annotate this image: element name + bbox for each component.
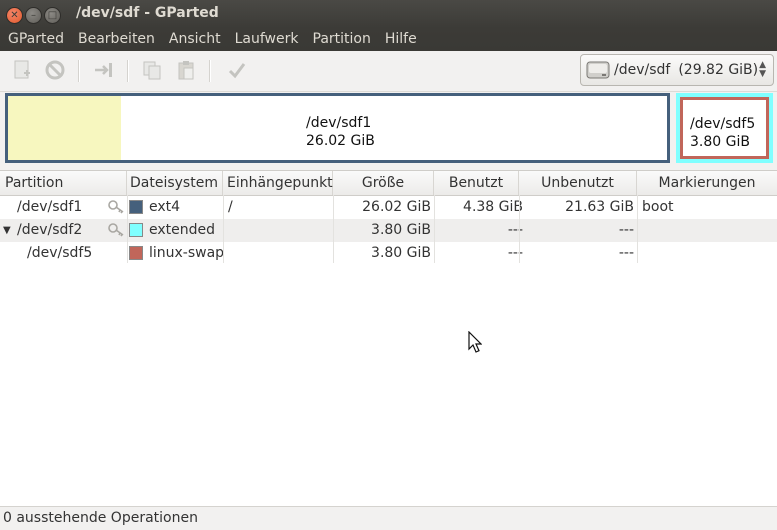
- delete-button[interactable]: [42, 57, 68, 83]
- partition-block-extended[interactable]: /dev/sdf5 3.80 GiB: [676, 93, 773, 163]
- column-divider: [637, 195, 638, 263]
- expander-arrow-icon[interactable]: ▼: [3, 219, 11, 242]
- menu-partition[interactable]: Partition: [306, 28, 378, 51]
- used-size: ---: [507, 222, 523, 238]
- disk-icon: [586, 61, 610, 79]
- column-header-size[interactable]: Größe: [333, 171, 434, 195]
- unused-size: ---: [618, 222, 634, 238]
- partition-size: 26.02 GiB: [362, 199, 431, 215]
- minimize-button[interactable]: –: [25, 7, 42, 24]
- filesystem-color-swatch: [129, 246, 143, 260]
- used-size: ---: [507, 245, 523, 261]
- menu-bar: GParted Bearbeiten Ansicht Laufwerk Part…: [0, 28, 777, 51]
- filesystem-name: linux-swap: [149, 245, 225, 261]
- partition-size: 3.80 GiB: [371, 245, 431, 261]
- column-header-mountpoint[interactable]: Einhängepunkt: [223, 171, 333, 195]
- minimize-icon: –: [31, 9, 36, 21]
- partition-table: Partition Dateisystem Einhängepunkt Größ…: [0, 170, 777, 507]
- partition-block-size: 3.80 GiB: [690, 134, 750, 150]
- key-icon: [108, 223, 124, 237]
- menu-ansicht[interactable]: Ansicht: [162, 28, 228, 51]
- device-selector[interactable]: /dev/sdf (29.82 GiB) ▲ ▼: [580, 54, 774, 86]
- partition-name: /dev/sdf1: [17, 199, 83, 215]
- used-space-bar: [8, 96, 121, 160]
- column-divider: [519, 195, 520, 263]
- partition-flags: boot: [642, 199, 674, 215]
- column-divider: [434, 195, 435, 263]
- partition-name: /dev/sdf5: [27, 245, 93, 261]
- paste-icon: [178, 61, 194, 80]
- toolbar-separator: [78, 60, 80, 82]
- table-header: Partition Dateisystem Einhängepunkt Größ…: [0, 171, 777, 196]
- partition-block-sdf1[interactable]: /dev/sdf1 26.02 GiB: [5, 93, 670, 163]
- filesystem-color-swatch: [129, 200, 143, 214]
- paste-button[interactable]: [173, 57, 199, 83]
- copy-button[interactable]: [139, 57, 165, 83]
- status-bar: 0 ausstehende Operationen: [0, 506, 777, 530]
- unused-size: ---: [618, 245, 634, 261]
- copy-icon: [143, 61, 161, 80]
- apply-icon: [228, 63, 246, 79]
- partition-block-label: /dev/sdf5 3.80 GiB: [690, 115, 755, 151]
- partition-block-name: /dev/sdf1: [306, 115, 372, 131]
- filesystem-name: ext4: [149, 199, 181, 215]
- table-row[interactable]: /dev/sdf1 ext4 / 26.02 GiB 4.38 GiB 21.6…: [0, 196, 777, 219]
- apply-button[interactable]: [224, 57, 250, 83]
- column-divider: [223, 195, 224, 263]
- key-icon: [108, 200, 124, 214]
- menu-gparted[interactable]: GParted: [0, 28, 71, 51]
- close-button[interactable]: ✕: [6, 7, 23, 24]
- partition-block-name: /dev/sdf5: [690, 116, 756, 132]
- column-header-partition[interactable]: Partition: [0, 171, 127, 195]
- window-title: /dev/sdf - GParted: [76, 5, 219, 21]
- updown-arrow-icon: ▲ ▼: [759, 60, 766, 79]
- column-header-flags[interactable]: Markierungen: [637, 171, 777, 195]
- column-header-filesystem[interactable]: Dateisystem: [127, 171, 223, 195]
- partition-block-label: /dev/sdf1 26.02 GiB: [306, 114, 375, 150]
- maximize-button[interactable]: □: [44, 7, 61, 24]
- partition-map: /dev/sdf1 26.02 GiB /dev/sdf5 3.80 GiB: [5, 93, 775, 165]
- menu-bearbeiten[interactable]: Bearbeiten: [71, 28, 162, 51]
- new-icon: [14, 60, 30, 79]
- pending-operations-text: 0 ausstehende Operationen: [3, 510, 198, 526]
- device-size: (29.82 GiB): [678, 62, 759, 78]
- menu-hilfe[interactable]: Hilfe: [378, 28, 424, 51]
- toolbar-separator: [127, 60, 129, 82]
- partition-name: /dev/sdf2: [17, 222, 83, 238]
- toolbar-separator: [209, 60, 211, 82]
- partition-block-sdf5[interactable]: /dev/sdf5 3.80 GiB: [680, 97, 769, 159]
- partition-size: 3.80 GiB: [371, 222, 431, 238]
- delete-icon: [45, 60, 65, 80]
- maximize-icon: □: [47, 9, 58, 21]
- device-name: /dev/sdf: [614, 62, 671, 78]
- column-divider: [127, 195, 128, 263]
- unused-size: 21.63 GiB: [565, 199, 634, 215]
- table-row[interactable]: ▼ /dev/sdf2 extended 3.80 GiB --- ---: [0, 219, 777, 242]
- resize-move-button[interactable]: [91, 57, 117, 83]
- table-row[interactable]: /dev/sdf5 linux-swap 3.80 GiB --- ---: [0, 242, 777, 265]
- mount-point: /: [228, 199, 233, 215]
- mouse-cursor-icon: [468, 331, 482, 353]
- new-partition-button[interactable]: [9, 57, 35, 83]
- partition-block-size: 26.02 GiB: [306, 133, 375, 149]
- column-divider: [333, 195, 334, 263]
- menu-laufwerk[interactable]: Laufwerk: [228, 28, 306, 51]
- close-icon: ✕: [10, 9, 19, 21]
- column-header-unused[interactable]: Unbenutzt: [519, 171, 637, 195]
- resize-move-icon: [95, 63, 112, 77]
- filesystem-color-swatch: [129, 223, 143, 237]
- column-header-used[interactable]: Benutzt: [434, 171, 519, 195]
- filesystem-name: extended: [149, 222, 216, 238]
- used-size: 4.38 GiB: [463, 199, 523, 215]
- title-bar: ✕ – □ /dev/sdf - GParted: [0, 0, 777, 28]
